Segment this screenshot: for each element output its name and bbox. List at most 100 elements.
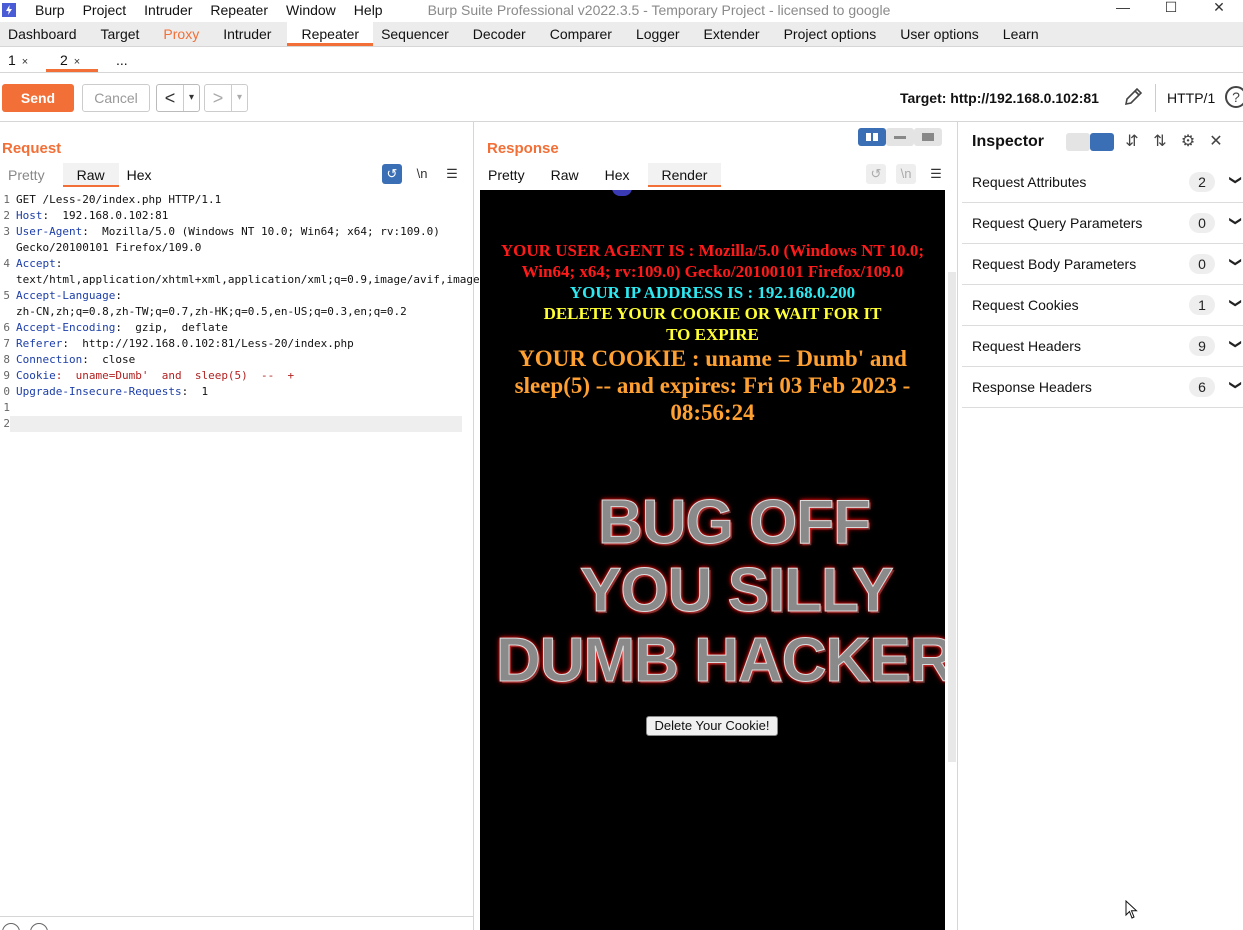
top-bottom-layout-icon[interactable] bbox=[886, 128, 914, 146]
layout-toggle bbox=[858, 128, 942, 146]
chevron-down-icon: ❯ bbox=[1229, 175, 1243, 186]
chevron-down-icon: ❯ bbox=[1229, 339, 1243, 350]
chevron-down-icon: ❯ bbox=[1229, 257, 1243, 268]
collapse-all-icon[interactable]: ⇅ bbox=[1150, 132, 1170, 152]
banner-line: DUMB HACKER bbox=[495, 626, 945, 695]
target-label: Target: http://192.168.0.102:81 bbox=[900, 90, 1099, 106]
settings-gear-icon[interactable] bbox=[30, 923, 48, 930]
tab-raw[interactable]: Raw bbox=[543, 163, 597, 187]
close-icon[interactable]: ✕ bbox=[1195, 0, 1243, 14]
rendered-page: YOUR USER AGENT IS : Mozilla/5.0 (Window… bbox=[480, 190, 945, 930]
menu-burp[interactable]: Burp bbox=[26, 2, 74, 18]
tab-logger[interactable]: Logger bbox=[628, 22, 696, 46]
expanded-layout-icon[interactable] bbox=[1090, 133, 1114, 151]
edit-target-pencil-icon[interactable] bbox=[1122, 86, 1144, 108]
repeater-tab-2[interactable]: 2 × bbox=[46, 47, 98, 72]
tab-raw[interactable]: Raw bbox=[62, 163, 119, 187]
inspector-section-request-headers[interactable]: Request Headers 9 ❯ bbox=[962, 326, 1243, 367]
forward-arrow-icon: > bbox=[212, 88, 224, 108]
inspector-section-request-cookies[interactable]: Request Cookies 1 ❯ bbox=[962, 285, 1243, 326]
inspector-section-body-parameters[interactable]: Request Body Parameters 0 ❯ bbox=[962, 244, 1243, 285]
window-title: Burp Suite Professional v2022.3.5 - Temp… bbox=[427, 2, 891, 18]
close-tab-icon[interactable]: × bbox=[22, 56, 28, 68]
count-badge: 0 bbox=[1189, 254, 1215, 274]
inspector-tools: ⇵ ⇅ ⚙ ✕ bbox=[1066, 132, 1226, 152]
help-icon[interactable]: ? bbox=[1225, 86, 1243, 108]
menu-project[interactable]: Project bbox=[74, 2, 136, 18]
minimize-icon[interactable]: — bbox=[1099, 0, 1147, 14]
tab-comparer[interactable]: Comparer bbox=[542, 22, 628, 46]
tab-sequencer[interactable]: Sequencer bbox=[373, 22, 465, 46]
inspector-layout-toggle bbox=[1066, 133, 1114, 151]
show-newlines-icon[interactable]: \n bbox=[896, 164, 916, 184]
inspector-section-request-attributes[interactable]: Request Attributes 2 ❯ bbox=[962, 162, 1243, 203]
tab-repeater[interactable]: Repeater bbox=[287, 22, 374, 46]
chevron-down-icon[interactable]: ▾ bbox=[183, 85, 199, 111]
menu-window[interactable]: Window bbox=[277, 2, 345, 18]
menu-repeater[interactable]: Repeater bbox=[201, 2, 277, 18]
new-tab-button[interactable]: ... bbox=[98, 47, 144, 72]
tab-render[interactable]: Render bbox=[647, 163, 722, 187]
section-label: Request Attributes bbox=[972, 174, 1087, 190]
maximize-icon[interactable]: ☐ bbox=[1147, 0, 1195, 14]
tab-learn[interactable]: Learn bbox=[995, 22, 1055, 46]
history-back-button[interactable]: < ▾ bbox=[156, 84, 200, 112]
cancel-button[interactable]: Cancel bbox=[82, 84, 150, 112]
show-newlines-icon[interactable]: \n bbox=[412, 164, 432, 184]
tab-project-options[interactable]: Project options bbox=[776, 22, 893, 46]
title-bar: Burp Project Intruder Repeater Window He… bbox=[0, 0, 1243, 20]
count-badge: 2 bbox=[1189, 172, 1215, 192]
delete-cookie-button[interactable]: Delete Your Cookie! bbox=[646, 716, 778, 736]
hamburger-menu-icon[interactable]: ☰ bbox=[926, 164, 946, 184]
repeater-tab-label: 2 bbox=[60, 52, 68, 68]
side-by-side-layout-icon[interactable] bbox=[858, 128, 886, 146]
tab-dashboard[interactable]: Dashboard bbox=[0, 22, 93, 46]
collapsed-layout-icon[interactable] bbox=[1066, 133, 1090, 151]
help-circle-icon[interactable] bbox=[2, 923, 20, 930]
tab-hex[interactable]: Hex bbox=[119, 163, 170, 187]
code-line: 2 Host: 192.168.0.102:81 bbox=[3, 209, 169, 222]
tab-pretty[interactable]: Pretty bbox=[480, 163, 543, 187]
close-icon[interactable]: ✕ bbox=[1206, 132, 1226, 152]
chevron-down-icon[interactable]: ▾ bbox=[231, 85, 247, 111]
hamburger-menu-icon[interactable]: ☰ bbox=[442, 164, 462, 184]
request-panel: Request Pretty Raw Hex ↺ \n ☰ 1 GET /Less… bbox=[0, 122, 579, 930]
inspector-section-query-parameters[interactable]: Request Query Parameters 0 ❯ bbox=[962, 203, 1243, 244]
tab-pretty[interactable]: Pretty bbox=[0, 163, 63, 187]
tab-user-options[interactable]: User options bbox=[892, 22, 995, 46]
http-version-label[interactable]: HTTP/1 bbox=[1167, 90, 1215, 106]
code-line: 1 bbox=[3, 401, 10, 414]
ip-address-text: YOUR IP ADDRESS IS : 192.168.0.200 bbox=[569, 283, 856, 302]
settings-gear-icon[interactable]: ⚙ bbox=[1178, 132, 1198, 152]
code-line-current: 2 bbox=[0, 416, 470, 432]
tabbed-layout-icon[interactable] bbox=[914, 128, 942, 146]
tab-proxy[interactable]: Proxy bbox=[155, 22, 215, 46]
inspector-panel: Inspector ⇵ ⇅ ⚙ ✕ Request Attributes 2 ❯… bbox=[960, 122, 1243, 930]
request-editor[interactable]: 1 GET /Less-20/index.php HTTP/1.1 2 Host: … bbox=[0, 192, 579, 432]
tab-intruder[interactable]: Intruder bbox=[215, 22, 287, 46]
tab-decoder[interactable]: Decoder bbox=[465, 22, 542, 46]
word-wrap-icon[interactable]: ↺ bbox=[866, 164, 886, 184]
delete-cookie-message: DELETE YOUR COOKIE OR WAIT FOR IT TO EXP… bbox=[543, 304, 882, 344]
menu-intruder[interactable]: Intruder bbox=[135, 2, 201, 18]
tab-target[interactable]: Target bbox=[93, 22, 156, 46]
section-label: Request Body Parameters bbox=[972, 256, 1137, 272]
chevron-down-icon: ❯ bbox=[1229, 380, 1243, 391]
tab-extender[interactable]: Extender bbox=[696, 22, 776, 46]
send-button[interactable]: Send bbox=[2, 84, 74, 112]
menu-help[interactable]: Help bbox=[345, 2, 392, 18]
cut-off-image bbox=[612, 190, 632, 196]
section-label: Response Headers bbox=[972, 379, 1092, 395]
inspector-section-response-headers[interactable]: Response Headers 6 ❯ bbox=[962, 367, 1243, 408]
code-line: 6 Accept-Encoding: gzip, deflate bbox=[3, 321, 228, 334]
scrollbar[interactable] bbox=[948, 272, 956, 762]
window-controls: — ☐ ✕ bbox=[1099, 0, 1243, 14]
main-tab-bar: Dashboard Target Proxy Intruder Repeater… bbox=[0, 22, 1243, 47]
expand-all-icon[interactable]: ⇵ bbox=[1122, 132, 1142, 152]
section-label: Request Headers bbox=[972, 338, 1081, 354]
close-tab-icon[interactable]: × bbox=[74, 56, 80, 68]
word-wrap-icon[interactable]: ↺ bbox=[382, 164, 402, 184]
history-forward-button[interactable]: > ▾ bbox=[204, 84, 248, 112]
tab-hex[interactable]: Hex bbox=[597, 163, 648, 187]
repeater-tab-1[interactable]: 1 × bbox=[0, 47, 46, 72]
